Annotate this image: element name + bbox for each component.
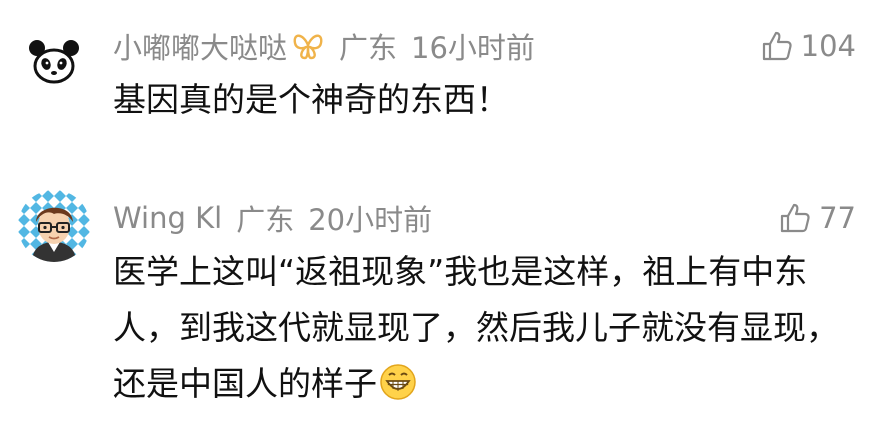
comment-item: 小嘟嘟大哒哒 广东 16小时前 104 基因真的是个神奇的东西！ — [0, 0, 882, 160]
comment-location: 广东 — [236, 203, 295, 237]
comment-location: 广东 — [339, 31, 398, 65]
comment-time: 20小时前 — [308, 203, 433, 237]
glasses-boy-avatar-icon — [18, 190, 90, 262]
user-avatar[interactable] — [18, 24, 90, 96]
grinning-face-emoji-icon — [379, 362, 417, 418]
butterfly-icon — [291, 31, 325, 61]
comment-item: Wing Kl 广东 20小时前 77 医学上这叫“返祖现象”我也是这样，祖上有… — [0, 160, 882, 422]
comment-meta: 小嘟嘟大哒哒 广东 16小时前 — [113, 26, 535, 66]
thumbs-up-icon — [780, 203, 810, 233]
username[interactable]: 小嘟嘟大哒哒 — [113, 25, 287, 67]
like-count: 77 — [819, 201, 856, 235]
like-count: 104 — [800, 29, 856, 63]
comment-text: 基因真的是个神奇的东西！ — [113, 80, 509, 119]
panda-avatar-icon — [18, 24, 90, 96]
comment-meta: Wing Kl 广东 20小时前 — [113, 198, 432, 238]
user-avatar[interactable] — [18, 190, 90, 262]
thumbs-up-icon — [762, 31, 792, 61]
comment-text: 医学上这叫“返祖现象”我也是这样，祖上有中东人，到我这代就显现了，然后我儿子就没… — [113, 244, 853, 418]
like-button[interactable]: 104 — [761, 26, 856, 66]
like-button[interactable]: 77 — [779, 198, 856, 238]
comment-time: 16小时前 — [411, 31, 535, 65]
username[interactable]: Wing Kl — [113, 201, 222, 235]
